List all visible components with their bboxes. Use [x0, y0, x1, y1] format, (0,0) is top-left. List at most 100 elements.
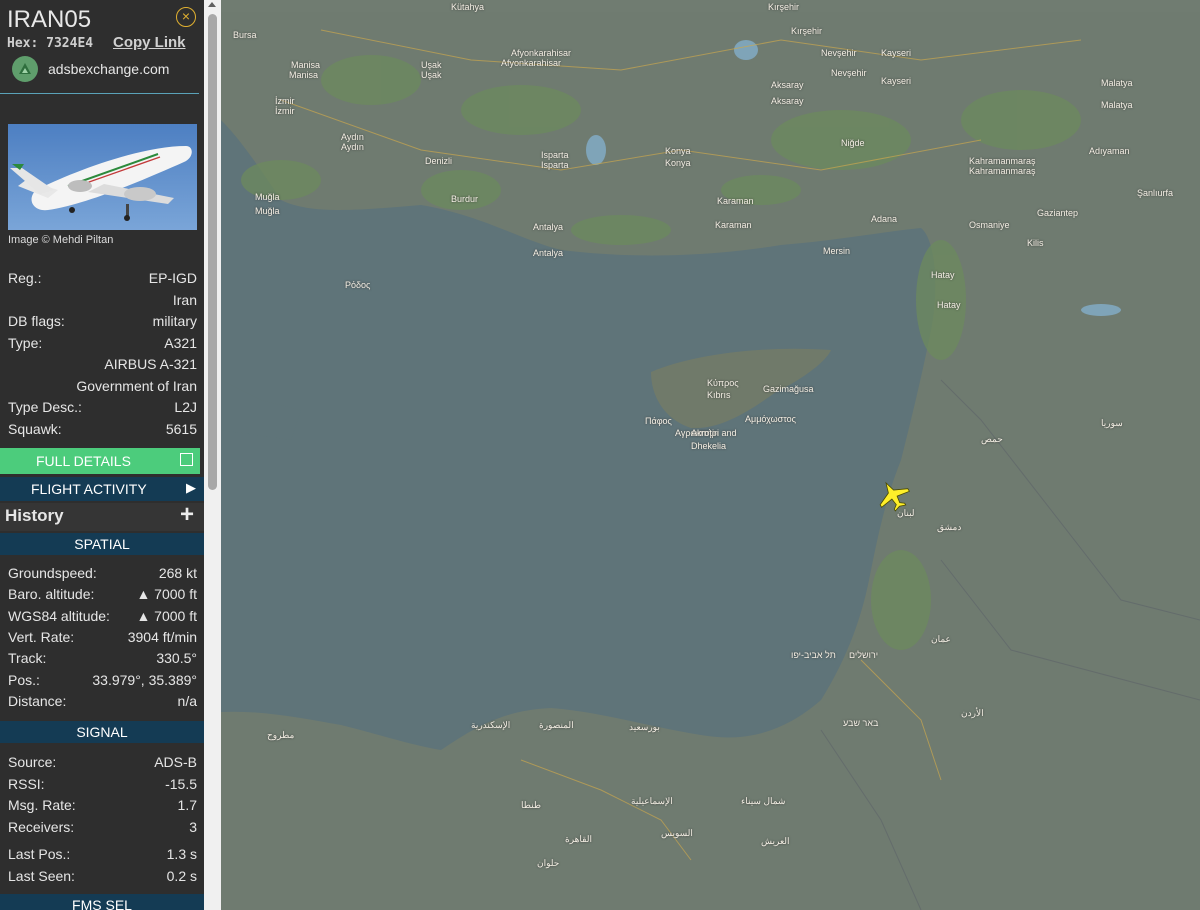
- info-row: Vert. Rate: 3904 ft/min: [8, 629, 197, 649]
- map-place-label: Πάφος: [645, 416, 672, 426]
- info-value: 1.3 s: [166, 846, 197, 862]
- info-key: WGS84 altitude:: [8, 607, 110, 624]
- info-key: Distance:: [8, 692, 67, 709]
- map-place-label: مطروح: [267, 730, 295, 740]
- info-row: Source: ADS-B: [8, 754, 197, 774]
- info-value: AIRBUS A-321: [104, 356, 197, 372]
- aircraft-photo[interactable]: [8, 124, 197, 230]
- chevron-right-icon: ▶: [186, 480, 196, 495]
- info-key: Pos.:: [8, 671, 40, 688]
- map-place-label: طنطا: [521, 800, 542, 810]
- info-key: Vert. Rate:: [8, 628, 75, 645]
- aircraft-info-sidebar: IRAN05 × Hex: 7324E4 Copy Link adsbexcha…: [0, 0, 204, 910]
- map-place-label: Kayseri: [881, 48, 912, 58]
- map-place-label: القاهرة: [565, 834, 592, 844]
- info-row: DB flags: military: [8, 313, 197, 333]
- map-place-label: عمان: [931, 634, 951, 644]
- site-link[interactable]: adsbexchange.com: [12, 56, 169, 82]
- full-details-button[interactable]: FULL DETAILS: [0, 448, 200, 474]
- photo-credit: Image © Mehdi Piltan: [8, 234, 114, 246]
- info-value: ADS-B: [154, 754, 197, 770]
- map-place-label: Antalya: [533, 222, 564, 232]
- map-place-label: Uşak: [421, 60, 442, 70]
- map-place-label: Aksaray: [771, 80, 804, 90]
- info-row: Msg. Rate: 1.7: [8, 797, 197, 817]
- header-divider: [0, 93, 199, 94]
- map-place-label: حمص: [981, 434, 1003, 444]
- map-place-label: Malatya: [1101, 78, 1133, 88]
- map-place-label: İzmir: [275, 96, 295, 106]
- history-toggle[interactable]: History +: [0, 501, 204, 531]
- map-place-label: Ρόδος: [345, 280, 371, 290]
- map-place-label: İzmir: [275, 106, 295, 116]
- map-place-label: Uşak: [421, 70, 442, 80]
- sidebar-scrollbar[interactable]: [204, 0, 221, 910]
- info-value: 3904 ft/min: [127, 628, 197, 645]
- map-place-label: Κύπρος: [707, 378, 739, 388]
- map-place-label: Denizli: [425, 156, 453, 166]
- map-place-label: Gaziantep: [1037, 208, 1079, 218]
- copy-link[interactable]: Copy Link: [113, 34, 186, 51]
- info-key: Source:: [8, 754, 57, 770]
- map-place-label: Kıbrıs: [707, 390, 731, 400]
- map-place-label: سوريا: [1101, 418, 1123, 428]
- info-value: ▲ 7000 ft: [136, 607, 197, 624]
- map-place-label: Hatay: [937, 300, 961, 310]
- map-place-label: Kahramanmaraş: [969, 166, 1036, 176]
- scroll-thumb[interactable]: [208, 14, 217, 490]
- map-place-label: Niğde: [841, 138, 865, 148]
- scroll-up-icon[interactable]: [208, 2, 216, 7]
- map-place-label: Manisa: [289, 70, 319, 80]
- flight-activity-button[interactable]: FLIGHT ACTIVITY ▶: [0, 477, 204, 501]
- site-name: adsbexchange.com: [48, 61, 170, 77]
- map-place-label: الأردن: [961, 708, 984, 718]
- map-place-label: دمشق: [937, 522, 962, 532]
- map-place-label: Nevşehir: [821, 48, 857, 58]
- info-value: 330.5°: [156, 650, 197, 667]
- map-place-label: Osmaniye: [969, 220, 1010, 230]
- info-row: Government of Iran: [8, 378, 197, 398]
- map-place-label: Konya: [665, 158, 691, 168]
- map-place-label: Manisa: [291, 60, 321, 70]
- hex-row: Hex: 7324E4: [7, 36, 93, 51]
- map-canvas[interactable]: [221, 0, 1200, 910]
- info-row: Reg.: EP-IGD: [8, 270, 197, 290]
- map-place-label: Afyonkarahisar: [501, 58, 562, 68]
- callsign-title: IRAN05: [7, 6, 92, 33]
- map-place-label: Gazimağusa: [763, 384, 814, 394]
- map-place-label: Isparta: [541, 160, 569, 170]
- map-place-label: Şanlıurfa: [1137, 188, 1174, 198]
- map-place-label: Adıyaman: [1089, 146, 1130, 156]
- map-place-label: Kütahya: [451, 2, 485, 12]
- map-place-label: Hatay: [931, 270, 955, 280]
- section-fms: FMS SEL: [0, 894, 204, 910]
- map-place-label: حلوان: [537, 858, 560, 868]
- info-row: Type Desc.: L2J: [8, 399, 197, 419]
- map-view[interactable]: Kütahya Kırşehir Kırşehir Bursa Afyonkarahis…: [221, 0, 1200, 910]
- map-place-label: المنصورة: [539, 720, 574, 730]
- info-value: -15.5: [165, 775, 197, 792]
- info-value: 268 kt: [158, 565, 197, 581]
- info-row: Last Pos.: 1.3 s: [8, 846, 197, 866]
- info-key: Baro. altitude:: [8, 586, 95, 603]
- map-place-label: Dhekelia: [691, 441, 727, 451]
- info-value: L2J: [174, 399, 197, 415]
- map-place-label: Kahramanmaraş: [969, 156, 1036, 166]
- map-place-label: Konya: [665, 146, 691, 156]
- info-row: Last Seen: 0.2 s: [8, 868, 197, 888]
- close-icon[interactable]: ×: [176, 7, 196, 27]
- map-place-label: Kırşehir: [791, 26, 823, 36]
- info-value: EP-IGD: [148, 270, 197, 286]
- info-row: AIRBUS A-321: [8, 356, 197, 376]
- info-key: Msg. Rate:: [8, 797, 76, 813]
- map-place-label: السويس: [661, 828, 693, 838]
- info-key: Groundspeed:: [8, 565, 97, 581]
- info-row: Baro. altitude: ▲ 7000 ft: [8, 586, 197, 606]
- info-value: military: [152, 313, 197, 329]
- expand-plus-icon[interactable]: +: [180, 501, 194, 529]
- info-key: Reg.:: [8, 270, 42, 286]
- info-row: Groundspeed: 268 kt: [8, 565, 197, 585]
- map-place-label: Bursa: [233, 30, 257, 40]
- map-place-label: Afyonkarahisar: [511, 48, 572, 58]
- info-key: Last Pos.:: [8, 846, 71, 862]
